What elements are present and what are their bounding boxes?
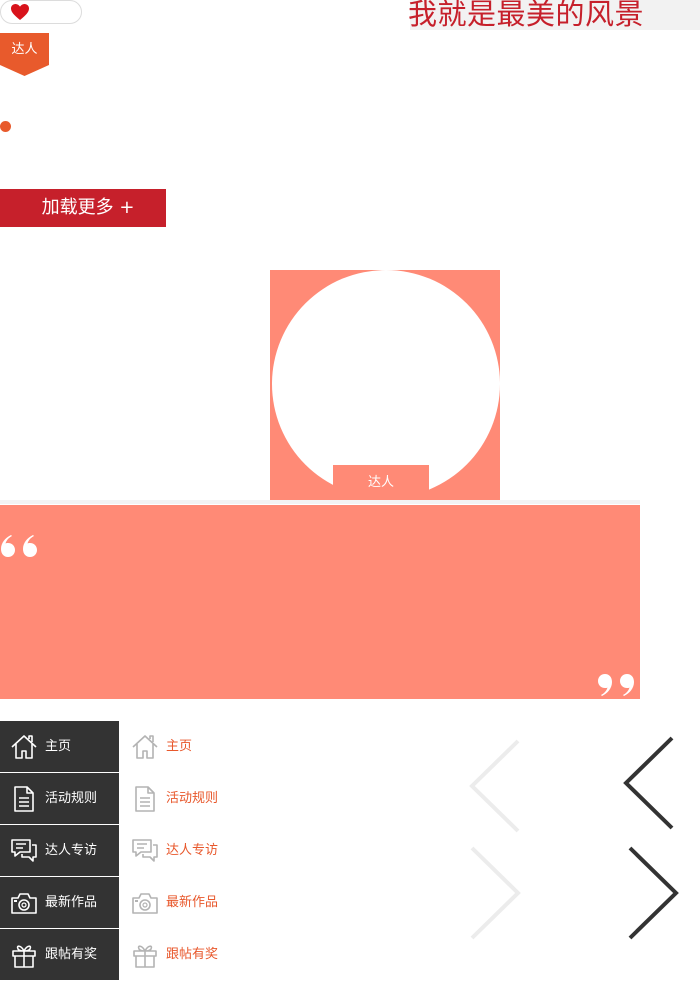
gift-icon [12, 945, 36, 968]
nav-menu-dark: 主页 活动规则 达人专访 最新作品 跟帖有奖 [0, 721, 119, 981]
nav-item-label: 跟帖有奖 [166, 947, 219, 962]
like-button[interactable] [0, 0, 82, 24]
nav-item-label: 活动规则 [166, 791, 219, 806]
camera-icon [132, 893, 158, 914]
nav-item-works[interactable]: 最新作品 [121, 877, 251, 928]
nav-item-label: 主页 [166, 739, 193, 754]
document-icon [135, 786, 155, 812]
quote-box [0, 505, 640, 699]
chat-icon [132, 839, 158, 862]
chat-icon [11, 839, 37, 862]
nav-item-interview[interactable]: 达人专访 [121, 825, 251, 876]
nav-item-rules[interactable]: 活动规则 [0, 773, 119, 824]
gift-icon [133, 945, 157, 968]
avatar[interactable] [272, 270, 500, 498]
home-icon [11, 735, 37, 759]
nav-item-rules[interactable]: 活动规则 [121, 773, 251, 824]
close-quote-icon [598, 674, 634, 696]
document-icon [14, 786, 34, 812]
divider [0, 500, 640, 504]
nav-item-reward[interactable]: 跟帖有奖 [121, 929, 251, 980]
nav-item-label: 最新作品 [166, 895, 219, 910]
load-more-label: 加载更多 + [41, 197, 135, 218]
page-title: 我就是最美的风景 [408, 0, 645, 31]
bullet-dot [0, 121, 11, 132]
nav-item-label: 主页 [45, 739, 72, 754]
heart-icon [11, 4, 29, 20]
home-icon [132, 735, 158, 759]
nav-item-label: 达人专访 [45, 843, 98, 858]
open-quote-icon [1, 535, 37, 557]
nav-item-label: 跟帖有奖 [45, 947, 98, 962]
nav-item-label: 最新作品 [45, 895, 98, 910]
tag-label: 达人 [11, 42, 38, 57]
load-more-button[interactable]: 加载更多 + [0, 189, 166, 227]
nav-item-home[interactable]: 主页 [0, 721, 119, 772]
prev-arrow-light[interactable] [466, 738, 526, 834]
prev-arrow-dark[interactable] [620, 735, 680, 831]
nav-item-label: 活动规则 [45, 791, 98, 806]
nav-item-label: 达人专访 [166, 843, 219, 858]
next-arrow-light[interactable] [466, 845, 526, 941]
nav-item-reward[interactable]: 跟帖有奖 [0, 929, 119, 980]
avatar-label: 达人 [367, 475, 394, 490]
next-arrow-dark[interactable] [624, 845, 684, 941]
nav-item-interview[interactable]: 达人专访 [0, 825, 119, 876]
nav-item-works[interactable]: 最新作品 [0, 877, 119, 928]
nav-menu-light: 主页 活动规则 达人专访 最新作品 跟帖有奖 [121, 721, 251, 981]
camera-icon [11, 893, 37, 914]
nav-item-home[interactable]: 主页 [121, 721, 251, 772]
